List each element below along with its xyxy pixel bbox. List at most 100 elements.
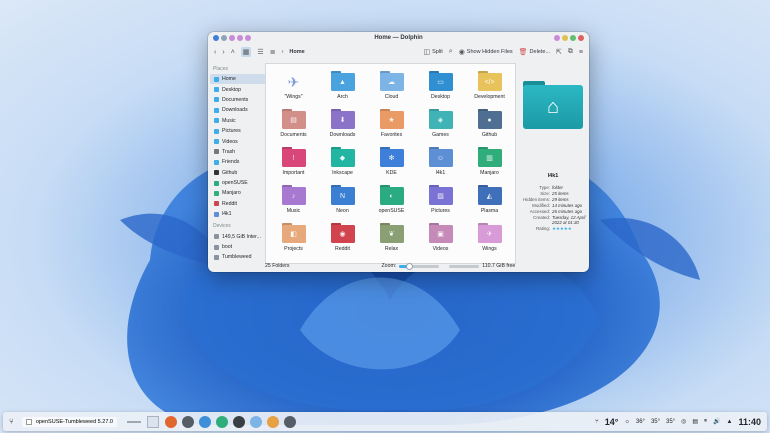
tray-expand-icon[interactable]: ▲ <box>727 419 733 425</box>
sidebar-item-label: Desktop <box>222 86 242 93</box>
folder-item[interactable]: ✈ Wings <box>465 220 514 258</box>
folder-item[interactable]: ◐ openSUSE <box>367 182 416 220</box>
folder-item[interactable]: ✻ KDE <box>367 144 416 182</box>
folder-view[interactable]: ✈ "Wings" ▲ Arch ☁ Cloud ▭ Desktop </> Developmen… <box>265 63 516 264</box>
sidebar-item[interactable]: Friends <box>210 157 268 167</box>
folder-item[interactable]: ▤ Documents <box>269 106 318 144</box>
split-button[interactable]: ◫ Split <box>423 48 442 56</box>
folder-item[interactable]: ▣ Videos <box>416 220 465 258</box>
folder-item[interactable]: ◆ Inkscape <box>318 144 367 182</box>
place-icon <box>214 87 219 93</box>
details-view-button[interactable]: ≣ <box>270 48 276 56</box>
sidebar-item[interactable]: Music <box>210 116 268 126</box>
search-icon: ⌕ <box>448 48 453 55</box>
color-icon[interactable] <box>249 415 262 428</box>
folder-item[interactable]: ▨ Pictures <box>416 182 465 220</box>
folder-item[interactable]: </> Development <box>465 68 514 106</box>
folder-item[interactable]: ▥ Manjaro <box>465 144 514 182</box>
icons-view-button[interactable]: ▦ <box>240 47 252 57</box>
sidebar-item[interactable]: Downloads <box>210 105 268 115</box>
zoom-slider[interactable] <box>399 262 440 270</box>
folder-item[interactable]: ☁ Cloud <box>367 68 416 106</box>
pause-icon[interactable]: ⏸ <box>704 418 707 425</box>
sidebar-item[interactable]: Desktop <box>210 84 268 94</box>
folder-item[interactable]: ▲ Arch <box>318 68 367 106</box>
breadcrumb[interactable]: Home <box>289 49 304 55</box>
folder-item[interactable]: ▭ Desktop <box>416 68 465 106</box>
zoom-slider-handle[interactable] <box>406 262 414 270</box>
record-icon[interactable] <box>283 415 296 428</box>
folder-item[interactable]: ◭ Plasma <box>465 182 514 220</box>
folder-item[interactable]: ◈ Games <box>416 106 465 144</box>
sidebar-item[interactable]: l4k1 <box>210 209 268 219</box>
folder-item[interactable]: N Neon <box>318 182 367 220</box>
sidebar-item[interactable]: Videos <box>210 136 268 146</box>
folder-item[interactable]: ● Github <box>465 106 514 144</box>
weather-icon[interactable]: ☼ <box>624 419 630 425</box>
volume-icon[interactable]: 🔊 <box>713 418 720 425</box>
desktop-pager[interactable] <box>146 415 159 428</box>
sidebar-item[interactable]: Github <box>210 168 268 178</box>
up-button[interactable]: ˄ <box>231 49 235 56</box>
folder-item[interactable]: ❦ Relax <box>367 220 416 258</box>
clipboard-icon[interactable]: ▤ <box>692 418 698 425</box>
compact-view-button[interactable]: ☰ <box>257 48 263 56</box>
info-value: 26 minutes ago <box>552 209 583 214</box>
sidebar-item[interactable]: Pictures <box>210 126 268 136</box>
terminal-icon[interactable] <box>232 415 245 428</box>
folder-item[interactable]: ✈ "Wings" <box>269 68 318 106</box>
temp-2[interactable]: 35° <box>651 419 660 425</box>
sidebar-item[interactable]: Manjaro <box>210 188 268 198</box>
sidebar-item[interactable]: Trash <box>210 147 268 157</box>
maximize-button[interactable] <box>570 35 576 41</box>
browser-icon[interactable] <box>198 415 211 428</box>
place-icon <box>214 97 219 103</box>
show-hidden-button[interactable]: ◉ Show Hidden Files <box>459 48 513 56</box>
files-icon[interactable] <box>266 415 279 428</box>
exclamation-icon: ! <box>281 149 306 167</box>
titlebar[interactable]: Home — Dolphin <box>208 32 589 44</box>
folder-item[interactable]: ◉ Reddit <box>318 220 367 258</box>
sidebar-item[interactable]: openSUSE <box>210 178 268 188</box>
sidebar-item[interactable]: Documents <box>210 95 268 105</box>
device-item[interactable]: Tumbleweed <box>210 252 268 262</box>
temp-3[interactable]: 35° <box>666 419 675 425</box>
temp-1[interactable]: 36° <box>636 419 645 425</box>
task-openSUSE[interactable]: openSUSE-Tumbleweed 5.27.0 <box>21 416 117 427</box>
sidebar-item[interactable]: Reddit <box>210 199 268 209</box>
delete-button[interactable]: 🗑 Delete... <box>519 48 550 56</box>
folder-item[interactable]: ! Important <box>269 144 318 182</box>
device-item-label: 149,5 GiB Inter... <box>222 233 261 240</box>
device-item[interactable]: 149,5 GiB Inter... <box>210 231 268 241</box>
folder-item[interactable]: ♪ Music <box>269 182 318 220</box>
hamburger-menu-button[interactable]: ≡ <box>579 49 583 56</box>
help-button[interactable] <box>554 35 560 41</box>
folder-item[interactable]: ◧ Projects <box>269 220 318 258</box>
minimize-button[interactable] <box>562 35 568 41</box>
open-terminal-button[interactable]: ⇱ <box>556 48 562 56</box>
clock[interactable]: 11:40 <box>738 417 761 427</box>
arch-icon: ▲ <box>330 73 355 91</box>
search-button[interactable]: ⌕ <box>449 48 453 56</box>
folder-item[interactable]: ⬇ Downloads <box>318 106 367 144</box>
back-button[interactable]: ‹ <box>214 49 216 56</box>
forward-button[interactable]: › <box>222 49 224 56</box>
external-icon: ⇱ <box>556 49 562 56</box>
firefox-icon[interactable] <box>164 415 177 428</box>
folder-item[interactable]: ☺ l4k1 <box>416 144 465 182</box>
media-icon[interactable]: ◎ <box>681 418 686 425</box>
settings-icon[interactable] <box>181 415 194 428</box>
star-icon: ★ <box>379 111 404 129</box>
open-new-window-button[interactable]: ⧉ <box>568 48 573 56</box>
zoom-label: Zoom: <box>381 263 397 269</box>
app-launcher-icon[interactable]: ⑂ <box>9 417 14 426</box>
store-icon[interactable] <box>215 415 228 428</box>
close-button[interactable] <box>578 35 584 41</box>
folder-item[interactable]: ★ Favorites <box>367 106 416 144</box>
device-item[interactable]: boot <box>210 242 268 252</box>
weather-temp[interactable]: 14° <box>605 417 619 427</box>
network-icon[interactable]: ⑂ <box>595 419 599 425</box>
folder-label: Games <box>432 132 449 138</box>
folder-icon: ▤ <box>281 109 306 129</box>
sidebar-item[interactable]: Home <box>210 74 268 85</box>
